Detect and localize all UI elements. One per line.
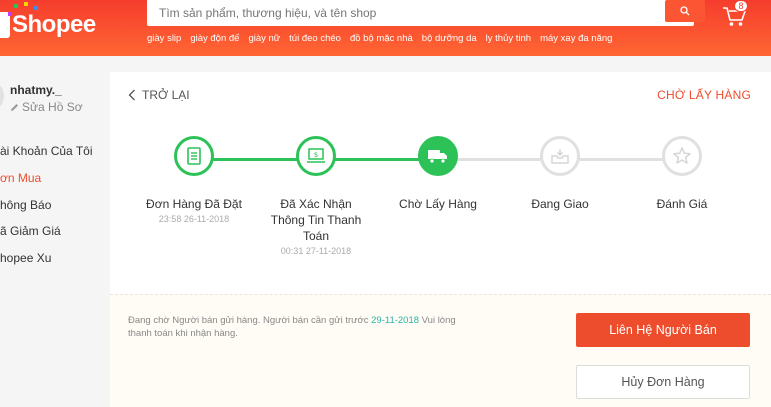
confetti-icon [8,12,12,16]
chevron-left-icon [128,89,135,101]
inbox-icon [551,149,569,164]
sidebar-item-purchases[interactable]: ơn Mua [0,171,41,185]
logo-text: Shopee [12,11,96,38]
notice-text: Đang chờ Người bán gửi hàng. Người bán c… [128,315,372,326]
confetti-icon [34,6,38,10]
receipt-icon [187,147,201,165]
avatar[interactable] [0,82,4,110]
sidebar-item-shopee-xu[interactable]: hopee Xu [0,251,51,265]
keyword-link[interactable]: bộ dưỡng da [422,33,477,44]
keyword-link[interactable]: giày slip [147,33,181,44]
step-time: 00:31 27-11-2018 [280,246,352,256]
sidebar-item-account[interactable]: ài Khoản Của Tôi [0,144,93,158]
edit-profile-label: Sửa Hồ Sơ [22,100,83,114]
search-icon [680,6,690,16]
sidebar-item-vouchers[interactable]: ã Giảm Giá [0,224,61,238]
edit-profile-link[interactable]: Sửa Hồ Sơ [10,100,83,114]
step-label: Đã Xác Nhận Thông Tin Thanh Toán [270,197,362,243]
step-label: Đơn Hàng Đã Đặt [146,197,242,211]
step-shipping [540,136,580,176]
contact-seller-button[interactable]: Liên Hệ Người Bán [576,313,750,347]
pencil-icon [11,103,18,111]
back-button[interactable]: TRỞ LẠI [128,88,190,102]
search-input[interactable] [159,5,659,21]
step-label: Đánh Giá [656,197,708,211]
keyword-link[interactable]: giày độn đế [190,33,239,44]
shipping-notice: Đang chờ Người bán gửi hàng. Người bán c… [128,314,478,340]
trending-keywords: giày slip giày độn đế giày nữ túi đeo ch… [147,33,612,44]
confetti-icon [14,4,18,8]
top-header: Shopee 8 giày slip giày độn đế giày nữ t… [0,0,771,56]
truck-icon [428,150,447,164]
star-icon [673,147,691,164]
keyword-link[interactable]: túi đeo chéo [289,33,341,44]
step-awaiting-pickup [418,136,458,176]
svg-text:$: $ [314,151,318,159]
step-label: Chờ Lấy Hàng [399,197,477,211]
step-review [662,136,702,176]
username: nhatmy._ [10,83,62,97]
ship-by-date: 29-11-2018 [371,315,420,326]
money-icon: $ [307,148,325,163]
order-actions-panel: Đang chờ Người bán gửi hàng. Người bán c… [110,294,771,407]
search-button[interactable] [665,0,705,22]
cancel-order-button[interactable]: Hủy Đơn Hàng [576,365,750,399]
keyword-link[interactable]: giày nữ [248,33,280,44]
order-status: CHỜ LẤY HÀNG [657,88,751,102]
shopee-logo[interactable]: Shopee [0,8,96,42]
confetti-icon [24,2,28,6]
keyword-link[interactable]: máy xay đa năng [540,33,612,44]
back-label: TRỞ LẠI [142,88,190,102]
step-order-placed [174,136,214,176]
step-label: Đang Giao [531,197,589,211]
keyword-link[interactable]: ly thủy tinh [486,33,531,44]
keyword-link[interactable]: đồ bộ mặc nhà [350,33,413,44]
order-detail-card: TRỞ LẠI CHỜ LẤY HÀNG $ Đơn Hàng Đã Đặt 2… [110,72,771,294]
cart-count-badge: 8 [734,0,748,12]
search-box [147,0,694,26]
step-time: 23:58 26-11-2018 [158,214,230,224]
step-payment-confirmed: $ [296,136,336,176]
sidebar-item-notifications[interactable]: hông Báo [0,198,51,212]
